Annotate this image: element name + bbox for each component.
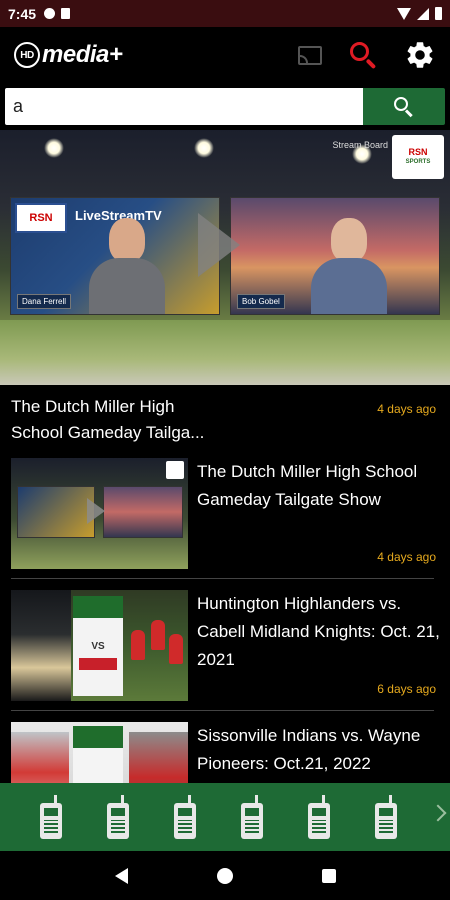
featured-video-info[interactable]: The Dutch Miller High School Gameday Tai… xyxy=(0,388,450,448)
signal-icon xyxy=(417,7,429,20)
featured-video-thumbnail[interactable]: Stream Board RSN SPORTS RSN LiveStreamTV… xyxy=(0,130,450,385)
panel-rsn-logo: RSN xyxy=(15,203,67,233)
cast-icon[interactable] xyxy=(298,45,322,65)
gear-icon[interactable] xyxy=(404,39,436,71)
hero-caption: Stream Board xyxy=(332,140,388,150)
video-title: The Dutch Miller High School Gameday Tai… xyxy=(197,462,418,509)
host-right-avatar xyxy=(311,218,387,314)
logo-text: media+ xyxy=(42,41,123,68)
phone-icon[interactable] xyxy=(107,795,129,839)
storage-icon xyxy=(61,8,71,19)
system-nav-bar xyxy=(0,851,450,900)
phone-icon[interactable] xyxy=(241,795,263,839)
featured-video-title: The Dutch Miller High School Gameday Tai… xyxy=(11,397,205,442)
app-bar: HD media+ xyxy=(0,27,450,83)
status-icons xyxy=(397,7,442,20)
play-icon xyxy=(87,498,105,524)
recents-icon[interactable] xyxy=(321,868,336,883)
search-button[interactable] xyxy=(363,88,445,125)
list-item[interactable]: The Dutch Miller High School Gameday Tai… xyxy=(0,458,450,590)
host-panel-right: Bob Gobel xyxy=(230,197,440,315)
host-left-name: Dana Ferrell xyxy=(17,294,72,309)
rsn-logo-text: RSN xyxy=(408,147,428,157)
video-age: 4 days ago xyxy=(377,550,436,564)
video-title: Huntington Highlanders vs. Cabell Midlan… xyxy=(197,594,440,669)
chevron-right-icon[interactable] xyxy=(429,804,447,822)
video-thumbnail: VS xyxy=(11,590,188,701)
status-bar: 7:45 xyxy=(0,0,450,27)
battery-icon xyxy=(435,7,442,20)
app-actions xyxy=(298,39,436,71)
search-bar xyxy=(5,88,445,125)
phone-icon[interactable] xyxy=(375,795,397,839)
phone-icon[interactable] xyxy=(40,795,62,839)
video-title: Sissonville Indians vs. Wayne Pioneers: … xyxy=(197,726,421,773)
rsn-logo: RSN SPORTS xyxy=(392,135,444,179)
video-thumbnail xyxy=(11,458,188,569)
host-left-avatar xyxy=(89,218,165,314)
notification-icon xyxy=(44,8,56,19)
wifi-icon xyxy=(397,7,411,20)
video-age: 6 days ago xyxy=(377,682,436,696)
host-right-name: Bob Gobel xyxy=(237,294,285,309)
phone-icon[interactable] xyxy=(174,795,196,839)
search-input[interactable] xyxy=(5,88,363,125)
featured-video-age: 4 days ago xyxy=(377,402,436,416)
poster-vs-text: VS xyxy=(91,641,105,652)
phone-icon[interactable] xyxy=(308,795,330,839)
search-icon xyxy=(394,96,414,117)
list-item[interactable]: VS Huntington Highlanders vs. Cabell Mid… xyxy=(0,590,450,722)
bottom-category-bar xyxy=(0,783,450,851)
back-icon[interactable] xyxy=(114,867,128,884)
play-icon xyxy=(198,213,240,277)
search-icon[interactable] xyxy=(348,40,378,70)
home-icon[interactable] xyxy=(216,867,233,884)
list-divider xyxy=(11,578,434,579)
list-divider xyxy=(11,710,434,711)
status-time: 7:45 xyxy=(8,5,37,22)
host-panel-left: RSN LiveStreamTV Dana Ferrell xyxy=(10,197,220,315)
logo-badge: HD xyxy=(14,42,40,68)
stadium-field xyxy=(0,320,450,385)
app-logo: HD media+ xyxy=(14,41,123,69)
